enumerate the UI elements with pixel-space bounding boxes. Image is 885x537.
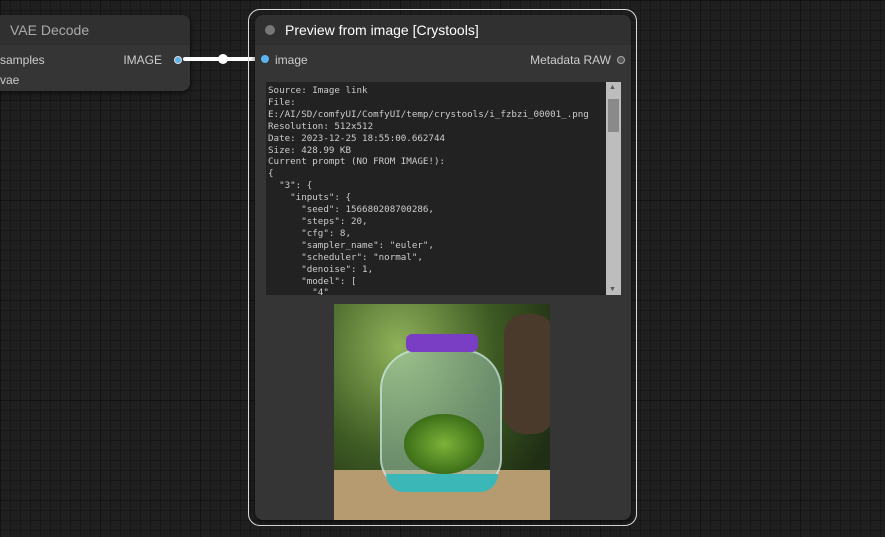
metadata-text: Source: Image link File: E:/AI/SD/comfyU… — [268, 85, 589, 295]
input-image-slot[interactable] — [261, 55, 269, 63]
jar-lid — [406, 334, 478, 352]
scrollbar-thumb[interactable] — [608, 99, 619, 132]
input-image-label: image — [275, 53, 308, 67]
link-center-handle[interactable] — [218, 54, 228, 64]
metadata-textarea[interactable]: Source: Image link File: E:/AI/SD/comfyU… — [266, 82, 621, 295]
output-metadata-slot[interactable] — [617, 56, 625, 64]
plant — [404, 414, 484, 474]
collapse-dot-icon[interactable] — [265, 25, 275, 35]
scrollbar[interactable]: ▲ ▼ — [606, 82, 621, 295]
scroll-up-icon[interactable]: ▲ — [609, 84, 616, 91]
output-image-slot[interactable] — [174, 56, 182, 64]
input-samples[interactable]: samples — [0, 53, 45, 67]
output-metadata-label: Metadata RAW — [530, 53, 611, 67]
vae-decode-node[interactable]: VAE Decode samples vae IMAGE — [0, 15, 190, 91]
scroll-down-icon[interactable]: ▼ — [609, 286, 616, 293]
jar-base — [386, 474, 498, 492]
input-vae[interactable]: vae — [0, 73, 19, 87]
preview-from-image-node[interactable]: Preview from image [Crystools] image Met… — [255, 15, 631, 520]
output-image-label: IMAGE — [123, 53, 162, 67]
wood-stump — [504, 314, 550, 434]
node-title-bar: Preview from image [Crystools] — [255, 15, 631, 45]
preview-image — [334, 304, 550, 520]
node-title: Preview from image [Crystools] — [285, 22, 479, 38]
node-title: VAE Decode — [0, 15, 190, 45]
